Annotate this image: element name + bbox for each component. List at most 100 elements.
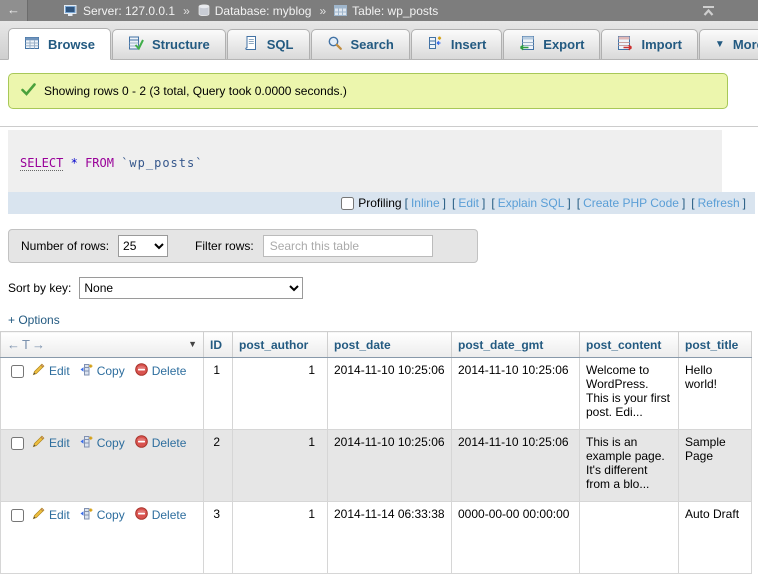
back-button[interactable]: ← (0, 0, 28, 21)
sql-table-identifier: `wp_posts` (121, 156, 203, 170)
results-tbody: EditCopyDelete112014-11-10 10:25:062014-… (1, 358, 752, 574)
success-message: Showing rows 0 - 2 (3 total, Query took … (8, 73, 728, 109)
cell-post-author: 1 (233, 502, 328, 574)
server-icon (64, 5, 78, 17)
bracket: ] (682, 196, 685, 210)
sort-by-key-select[interactable]: None (79, 277, 303, 299)
database-icon (198, 4, 210, 17)
tab-more[interactable]: ▼ More (699, 29, 758, 59)
sql-keyword-select[interactable]: SELECT (20, 156, 63, 171)
structure-icon (128, 35, 144, 54)
bracket: ] (743, 196, 746, 210)
tab-label: Structure (152, 37, 210, 52)
bracket: [ (405, 196, 408, 210)
cell-post-title: Sample Page (679, 430, 752, 502)
delete-link[interactable]: Delete (135, 435, 187, 451)
delete-link[interactable]: Delete (135, 507, 187, 523)
section-divider (0, 126, 758, 127)
number-of-rows-select[interactable]: 25 (118, 235, 168, 257)
sql-action-links: [Inline][Edit][Explain SQL][Create PHP C… (402, 196, 749, 210)
tab-label: Export (543, 37, 584, 52)
table-row: EditCopyDelete112014-11-10 10:25:062014-… (1, 358, 752, 430)
copy-link[interactable]: Copy (80, 435, 125, 451)
breadcrumb-bar: ← Server: 127.0.0.1 » Database: myblog »… (0, 0, 758, 21)
column-header-id[interactable]: ID (204, 332, 233, 358)
tab-label: Insert (451, 37, 486, 52)
success-check-icon (21, 83, 36, 99)
browse-icon (24, 35, 40, 54)
tab-structure[interactable]: Structure (112, 29, 226, 59)
bracket: [ (577, 196, 580, 210)
bracket: [ (452, 196, 455, 210)
edit-link[interactable]: Edit (32, 435, 70, 451)
breadcrumb-separator: » (183, 4, 190, 18)
cell-post-content: Welcome to WordPress. This is your first… (580, 358, 679, 430)
profiling-checkbox[interactable] (341, 197, 354, 210)
success-message-text: Showing rows 0 - 2 (3 total, Query took … (44, 84, 347, 98)
column-header-post-date-gmt[interactable]: post_date_gmt (452, 332, 580, 358)
bracket: [ (691, 196, 694, 210)
cell-id: 2 (204, 430, 233, 502)
collapse-icon[interactable] (701, 5, 716, 17)
column-header-post-title[interactable]: post_title (679, 332, 752, 358)
cell-post-date-gmt: 0000-00-00 00:00:00 (452, 502, 580, 574)
copy-icon (80, 363, 93, 379)
table-icon (334, 5, 347, 16)
sql-tool-link[interactable]: Explain SQL (498, 196, 565, 210)
sql-tools-bar: Profiling [Inline][Edit][Explain SQL][Cr… (8, 192, 755, 214)
column-header-post-date[interactable]: post_date (328, 332, 452, 358)
column-actions-header: ←T→ ▼ (1, 332, 204, 358)
delete-link-label: Delete (152, 508, 187, 522)
edit-link-label: Edit (49, 364, 70, 378)
tab-import[interactable]: Import (601, 29, 697, 59)
cell-post-date: 2014-11-14 06:33:38 (328, 502, 452, 574)
table-row: EditCopyDelete312014-11-14 06:33:380000-… (1, 502, 752, 574)
pencil-icon (32, 363, 45, 379)
sql-tool-link[interactable]: Inline (411, 196, 440, 210)
column-nav-icon[interactable]: ←T→ (7, 337, 47, 352)
cell-post-date: 2014-11-10 10:25:06 (328, 430, 452, 502)
options-toggle[interactable]: + Options (8, 313, 60, 327)
breadcrumb-database[interactable]: Database: myblog (215, 4, 312, 18)
sort-desc-icon[interactable]: ▼ (188, 339, 197, 349)
row-checkbox[interactable] (11, 365, 24, 378)
filter-rows-input[interactable] (263, 235, 433, 257)
cell-actions: Edit Copy Delete (1, 358, 204, 430)
tab-export[interactable]: Export (503, 29, 600, 59)
delete-link[interactable]: Delete (135, 363, 187, 379)
edit-link[interactable]: Edit (32, 363, 70, 379)
copy-link[interactable]: Copy (80, 363, 125, 379)
tab-insert[interactable]: Insert (411, 29, 502, 59)
sql-tool-link[interactable]: Edit (458, 196, 479, 210)
cell-post-author: 1 (233, 358, 328, 430)
delete-link-label: Delete (152, 436, 187, 450)
copy-link[interactable]: Copy (80, 507, 125, 523)
tab-label: Search (351, 37, 394, 52)
sql-tool-link[interactable]: Refresh (698, 196, 740, 210)
pencil-icon (32, 435, 45, 451)
row-checkbox[interactable] (11, 509, 24, 522)
tab-sql[interactable]: SQL (227, 29, 310, 59)
import-icon (617, 35, 633, 54)
breadcrumb-table[interactable]: Table: wp_posts (352, 4, 438, 18)
insert-icon (427, 35, 443, 54)
delete-link-label: Delete (152, 364, 187, 378)
sql-icon (243, 35, 259, 54)
edit-link[interactable]: Edit (32, 507, 70, 523)
column-header-post-author[interactable]: post_author (233, 332, 328, 358)
copy-icon (80, 507, 93, 523)
tab-search[interactable]: Search (311, 29, 410, 59)
sql-tool-link[interactable]: Create PHP Code (583, 196, 679, 210)
tab-browse[interactable]: Browse (8, 28, 111, 60)
row-checkbox[interactable] (11, 437, 24, 450)
sql-star: * (71, 156, 78, 170)
tab-label: SQL (267, 37, 294, 52)
number-of-rows-label: Number of rows: (21, 239, 109, 253)
cell-post-date-gmt: 2014-11-10 10:25:06 (452, 430, 580, 502)
cell-post-date-gmt: 2014-11-10 10:25:06 (452, 358, 580, 430)
breadcrumb-server[interactable]: Server: 127.0.0.1 (83, 4, 175, 18)
bracket: ] (482, 196, 485, 210)
sql-query-box: SELECT * FROM `wp_posts` (8, 130, 722, 192)
column-header-post-content[interactable]: post_content (580, 332, 679, 358)
tab-label: More (733, 37, 758, 52)
